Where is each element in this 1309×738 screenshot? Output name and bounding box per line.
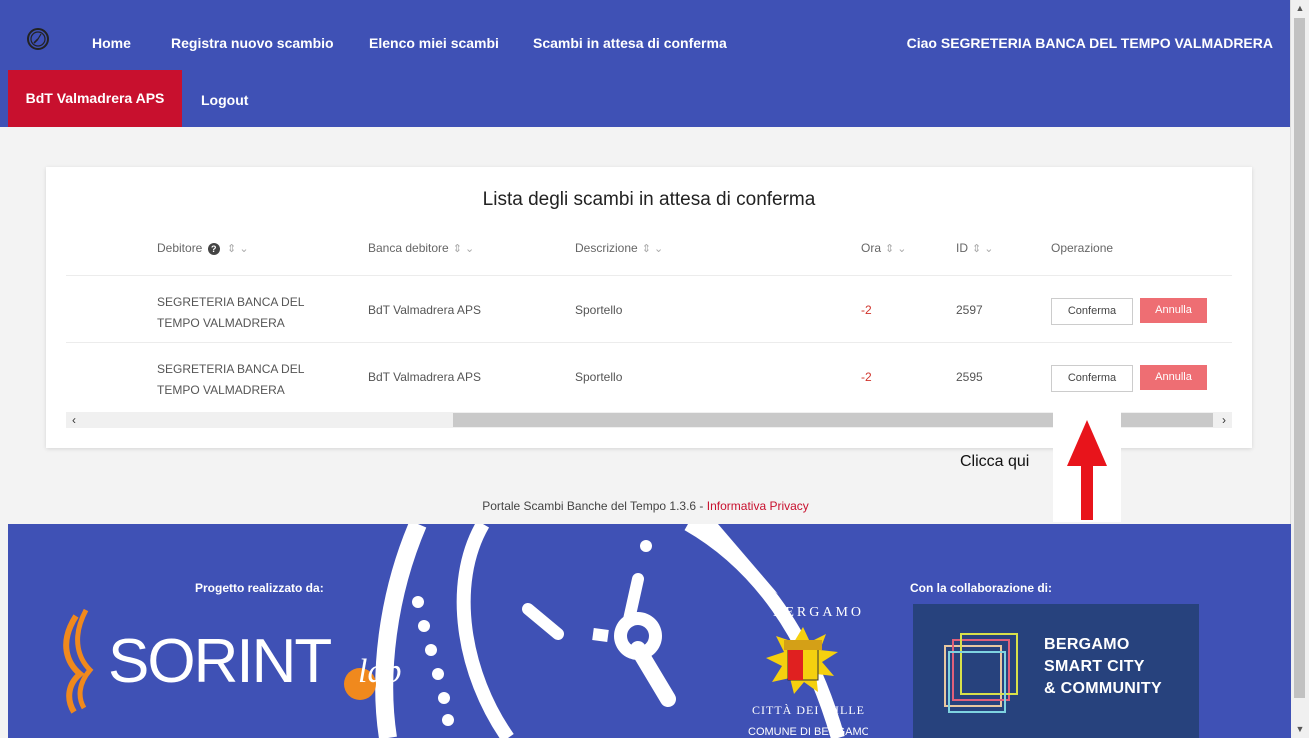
logout-link[interactable]: Logout xyxy=(201,92,248,108)
scroll-up-icon[interactable]: ▲ xyxy=(1291,0,1309,17)
squares-logo-icon xyxy=(944,633,1018,713)
cell-bank: BdT Valmadrera APS xyxy=(368,303,481,317)
bergamo-smart-city-logo[interactable]: BERGAMO SMART CITY & COMMUNITY xyxy=(913,604,1199,738)
nav-register-link[interactable]: Registra nuovo scambio xyxy=(171,35,334,51)
sort-icon[interactable]: ⇕ ⌄ xyxy=(885,243,907,255)
cell-id: 2597 xyxy=(956,303,983,317)
cell-debtor: SEGRETERIA BANCA DEL TEMPO VALMADRERA xyxy=(157,295,304,330)
nav-row-main: Home Registra nuovo scambio Elenco miei … xyxy=(0,0,1291,70)
cell-debtor: SEGRETERIA BANCA DEL TEMPO VALMADRERA xyxy=(157,362,304,397)
header-id[interactable]: ID ⇕ ⌄ xyxy=(956,241,994,255)
svg-text:COMUNE DI BERGAMO: COMUNE DI BERGAMO xyxy=(748,726,868,738)
project-by-heading: Progetto realizzato da: xyxy=(195,581,324,595)
header-hours-label: Ora xyxy=(861,241,882,255)
header-bank[interactable]: Banca debitore ⇕ ⌄ xyxy=(368,241,474,255)
header-hours[interactable]: Ora ⇕ ⌄ xyxy=(861,241,907,255)
cell-hours: -2 xyxy=(861,370,872,384)
scroll-right-icon[interactable]: › xyxy=(1216,412,1232,428)
sort-icon[interactable]: ⇕ ⌄ xyxy=(972,243,994,255)
scrollbar-thumb[interactable] xyxy=(1294,18,1305,698)
org-tab[interactable]: BdT Valmadrera APS xyxy=(8,70,182,127)
scroll-left-icon[interactable]: ‹ xyxy=(66,412,82,428)
header-debtor-label: Debitore xyxy=(157,241,203,255)
header-debtor[interactable]: Debitore ? ⇕ ⌄ xyxy=(157,241,249,255)
svg-text:CITTÀ DEI MILLE: CITTÀ DEI MILLE xyxy=(752,703,865,717)
scroll-down-icon[interactable]: ▼ xyxy=(1291,721,1309,738)
table-row: SEGRETERIA BANCA DEL TEMPO VALMADRERA Bd… xyxy=(46,276,1252,343)
cell-description: Sportello xyxy=(575,370,623,384)
user-greeting[interactable]: Ciao SEGRETERIA BANCA DEL TEMPO VALMADRE… xyxy=(907,35,1273,51)
sort-icon[interactable]: ⇕ ⌄ xyxy=(453,243,475,255)
sorint-lab-logo[interactable]: SORINT lab xyxy=(58,604,448,714)
cell-hours: -2 xyxy=(861,303,872,317)
top-navbar: Home Registra nuovo scambio Elenco miei … xyxy=(0,0,1291,127)
svg-text:SORINT: SORINT xyxy=(108,627,331,696)
nav-my-exchanges-link[interactable]: Elenco miei scambi xyxy=(369,35,499,51)
cancel-button[interactable]: Annulla xyxy=(1140,365,1207,390)
sort-icon[interactable]: ⇕ ⌄ xyxy=(227,243,249,255)
clock-logo-icon[interactable] xyxy=(26,27,50,51)
nav-pending-link[interactable]: Scambi in attesa di conferma xyxy=(533,35,727,51)
nav-row-secondary: BdT Valmadrera APS Logout xyxy=(0,70,1291,127)
header-bank-label: Banca debitore xyxy=(368,241,449,255)
collaboration-heading: Con la collaborazione di: xyxy=(910,581,1053,595)
smart-city-line3: & COMMUNITY xyxy=(1044,680,1162,697)
cancel-button[interactable]: Annulla xyxy=(1140,298,1207,323)
smart-city-line1: BERGAMO xyxy=(1044,636,1130,653)
header-description-label: Descrizione xyxy=(575,241,638,255)
header-description[interactable]: Descrizione ⇕ ⌄ xyxy=(575,241,663,255)
svg-text:BERGAMO: BERGAMO xyxy=(773,605,864,620)
version-line: Portale Scambi Banche del Tempo 1.3.6 - … xyxy=(0,499,1291,513)
confirm-button[interactable]: Conferma xyxy=(1051,365,1133,392)
confirm-button[interactable]: Conferma xyxy=(1051,298,1133,325)
sort-icon[interactable]: ⇕ ⌄ xyxy=(642,243,664,255)
header-operation: Operazione xyxy=(1051,241,1114,255)
card-title: Lista degli scambi in attesa di conferma xyxy=(482,189,816,210)
cell-id: 2595 xyxy=(956,370,983,384)
cell-description: Sportello xyxy=(575,303,623,317)
cell-bank: BdT Valmadrera APS xyxy=(368,370,481,384)
bergamo-crest-logo[interactable]: BERGAMO CITTÀ DEI MILLE COMUNE DI BERGAM… xyxy=(738,602,868,738)
smart-city-line2: SMART CITY xyxy=(1044,658,1145,675)
footer: Progetto realizzato da: Con la collabora… xyxy=(8,524,1291,738)
version-text: Portale Scambi Banche del Tempo 1.3.6 - xyxy=(482,499,707,513)
help-icon[interactable]: ? xyxy=(207,243,220,255)
privacy-link[interactable]: Informativa Privacy xyxy=(707,499,809,513)
click-here-label: Clicca qui xyxy=(960,453,1030,470)
smart-city-text: BERGAMO SMART CITY & COMMUNITY xyxy=(1044,634,1162,700)
header-id-label: ID xyxy=(956,241,968,255)
svg-text:lab: lab xyxy=(358,653,401,690)
page-scrollbar[interactable]: ▲ ▼ xyxy=(1290,0,1309,738)
nav-home-link[interactable]: Home xyxy=(92,35,131,51)
